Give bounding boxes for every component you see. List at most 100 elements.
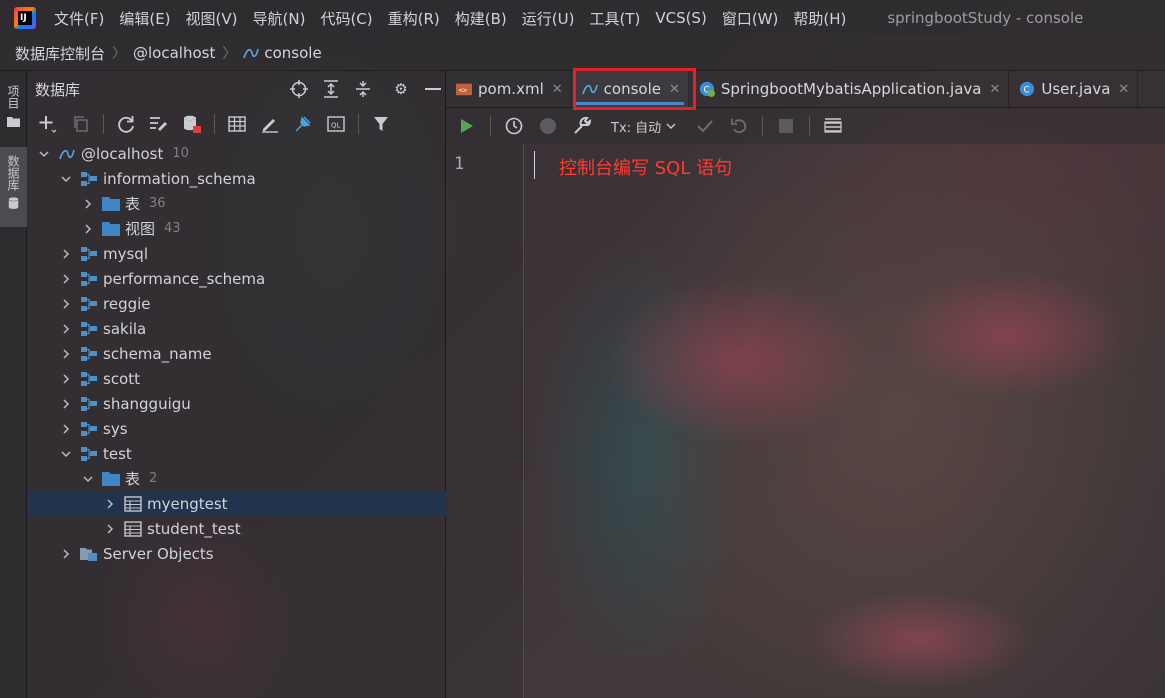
close-icon[interactable]: ✕ — [989, 82, 1000, 97]
rollback-icon[interactable] — [728, 115, 750, 137]
toolbar-separator — [809, 116, 811, 136]
menu-help[interactable]: 帮助(H) — [793, 8, 846, 29]
tree-node[interactable]: 表 36 — [27, 191, 446, 216]
tree-node[interactable]: myengtest — [27, 491, 446, 516]
menu-view[interactable]: 视图(V) — [186, 8, 238, 29]
tree-node-label: myengtest — [147, 494, 228, 513]
commit-icon[interactable] — [694, 115, 716, 137]
tree-node[interactable]: student_test — [27, 516, 446, 541]
collapse-all-icon[interactable] — [354, 80, 372, 98]
chevron-down-icon[interactable] — [61, 174, 71, 184]
database-tool-button[interactable]: 数据库 — [0, 147, 27, 227]
tree-node[interactable]: schema_name — [27, 341, 446, 366]
copy-icon[interactable] — [70, 113, 92, 135]
chevron-right-icon[interactable] — [61, 323, 71, 334]
chevron-right-icon[interactable] — [61, 423, 71, 434]
tree-node-label: 表 — [125, 470, 141, 488]
console-tab-highlight — [573, 68, 696, 110]
schema-icon — [80, 296, 98, 312]
breadcrumb-db-console[interactable]: 数据库控制台 — [15, 43, 105, 64]
disconnect-icon[interactable] — [181, 113, 203, 135]
close-icon[interactable]: ✕ — [552, 82, 563, 97]
menu-refactor[interactable]: 重构(R) — [388, 8, 440, 29]
tree-node[interactable]: 表2 — [27, 466, 446, 491]
chevron-down-icon[interactable] — [61, 449, 71, 459]
breadcrumb-separator-icon: 〉 — [222, 46, 237, 62]
table-view-icon[interactable] — [226, 113, 248, 135]
expand-all-icon[interactable] — [322, 80, 340, 98]
tree-node[interactable]: Server Objects — [27, 541, 446, 566]
menu-code[interactable]: 代码(C) — [320, 8, 372, 29]
wrench-icon[interactable] — [571, 115, 593, 137]
transaction-mode-dropdown[interactable]: Tx: 自动 — [605, 117, 682, 136]
chevron-right-icon[interactable] — [83, 198, 93, 209]
tree-node-label: schema_name — [103, 344, 212, 363]
cancel-running-icon[interactable] — [537, 115, 559, 137]
sql-editor[interactable] — [524, 144, 1165, 698]
menu-window[interactable]: 窗口(W) — [722, 8, 779, 29]
tree-node-count: 36 — [149, 196, 166, 211]
locate-icon[interactable] — [290, 80, 308, 98]
menu-build[interactable]: 构建(B) — [455, 8, 507, 29]
tree-node[interactable]: @localhost 10 — [27, 141, 446, 166]
tree-node[interactable]: performance_schema — [27, 266, 446, 291]
menu-vcs[interactable]: VCS(S) — [655, 9, 706, 27]
breadcrumb-localhost[interactable]: @localhost — [133, 44, 215, 62]
tree-node[interactable]: shangguigu — [27, 391, 446, 416]
tree-node[interactable]: reggie — [27, 291, 446, 316]
tree-node[interactable]: sakila — [27, 316, 446, 341]
execute-icon[interactable] — [456, 115, 478, 137]
tab-springboot-mybatis-application[interactable]: C SpringbootMybatisApplication.java ✕ — [689, 71, 1010, 107]
gear-icon[interactable]: ⚙ — [392, 80, 410, 98]
tab-pom-xml[interactable]: <> pom.xml ✕ — [446, 71, 572, 107]
schema-settings-icon[interactable] — [148, 113, 170, 135]
chevron-right-icon[interactable] — [105, 523, 115, 534]
chevron-right-icon[interactable] — [61, 298, 71, 309]
close-icon[interactable]: ✕ — [1118, 82, 1129, 97]
tree-node[interactable]: information_schema — [27, 166, 446, 191]
add-icon[interactable] — [37, 113, 59, 135]
chevron-right-icon[interactable] — [61, 248, 71, 259]
history-icon[interactable] — [503, 115, 525, 137]
tree-node[interactable]: mysql — [27, 241, 446, 266]
chevron-right-icon[interactable] — [61, 548, 71, 559]
output-layout-icon[interactable] — [822, 115, 844, 137]
database-tree: @localhost 10 information_schema 表 36 视图 43 mys… — [27, 141, 446, 566]
edit-icon[interactable] — [259, 113, 281, 135]
schema-icon — [80, 446, 98, 462]
datasource-icon — [58, 146, 76, 162]
menu-edit[interactable]: 编辑(E) — [119, 8, 170, 29]
chevron-right-icon[interactable] — [83, 223, 93, 234]
tree-node[interactable]: test — [27, 441, 446, 466]
menu-navigate[interactable]: 导航(N) — [253, 8, 306, 29]
minimize-icon[interactable] — [424, 80, 442, 98]
chevron-right-icon[interactable] — [61, 373, 71, 384]
intellij-logo-icon — [14, 7, 36, 29]
chevron-right-icon[interactable] — [61, 348, 71, 359]
tree-node-label: shangguigu — [103, 394, 191, 413]
toolbar-separator — [214, 114, 215, 134]
project-tool-button[interactable]: 项目 — [0, 77, 27, 135]
server-objects-icon — [80, 546, 98, 562]
filter-icon[interactable] — [370, 113, 392, 135]
menu-tools[interactable]: 工具(T) — [589, 8, 640, 29]
tree-node[interactable]: scott — [27, 366, 446, 391]
chevron-down-icon[interactable] — [83, 474, 93, 484]
window-title: springbootStudy - console — [887, 9, 1084, 27]
tree-node[interactable]: 视图 43 — [27, 216, 446, 241]
chevron-right-icon[interactable] — [61, 398, 71, 409]
breadcrumb-console[interactable]: console — [264, 44, 321, 62]
tab-user-java[interactable]: C User.java ✕ — [1009, 71, 1139, 107]
menu-file[interactable]: 文件(F) — [54, 8, 104, 29]
chevron-right-icon[interactable] — [61, 273, 71, 284]
query-console-icon[interactable]: QL — [325, 113, 347, 135]
chevron-down-icon[interactable] — [39, 149, 49, 159]
stop-icon[interactable] — [775, 115, 797, 137]
chevron-right-icon[interactable] — [105, 498, 115, 509]
tree-node-label: performance_schema — [103, 269, 266, 288]
tree-node[interactable]: sys — [27, 416, 446, 441]
menu-run[interactable]: 运行(U) — [522, 8, 575, 29]
database-icon — [8, 197, 19, 209]
refresh-icon[interactable] — [115, 113, 137, 135]
jump-to-console-icon[interactable] — [292, 113, 314, 135]
